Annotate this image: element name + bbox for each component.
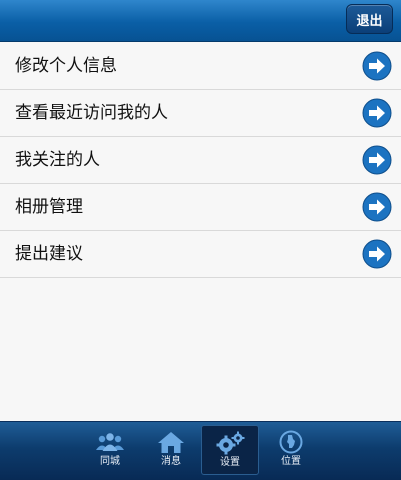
tab-label: 位置 — [281, 456, 301, 467]
logout-button[interactable]: 退出 — [346, 4, 393, 34]
arrow-right-icon[interactable] — [362, 51, 392, 81]
menu-item-label: 提出建议 — [15, 244, 83, 264]
bottom-tab-bar: 同城 消息 设置 位置 — [0, 421, 401, 480]
menu-item-label: 我关注的人 — [15, 150, 100, 170]
menu-item-edit-profile[interactable]: 修改个人信息 — [0, 43, 401, 90]
tab-label: 消息 — [161, 456, 181, 467]
header-bar: 退出 — [0, 0, 401, 42]
gears-icon — [216, 431, 245, 455]
menu-item-label: 修改个人信息 — [15, 56, 117, 76]
location-icon — [279, 430, 303, 454]
tab-location[interactable]: 位置 — [262, 425, 320, 475]
home-icon — [158, 432, 184, 453]
tab-label: 同城 — [100, 456, 120, 467]
arrow-right-icon[interactable] — [362, 239, 392, 269]
tab-nearby[interactable]: 同城 — [81, 425, 139, 475]
menu-item-label: 相册管理 — [15, 197, 83, 217]
settings-menu-list: 修改个人信息 查看最近访问我的人 我关注的人 相册管理 提出建议 — [0, 43, 401, 278]
tab-label: 设置 — [220, 457, 240, 468]
arrow-right-icon[interactable] — [362, 192, 392, 222]
menu-item-label: 查看最近访问我的人 — [15, 103, 168, 123]
menu-item-following[interactable]: 我关注的人 — [0, 137, 401, 184]
tab-settings[interactable]: 设置 — [201, 425, 259, 475]
menu-item-recent-visitors[interactable]: 查看最近访问我的人 — [0, 90, 401, 137]
tab-messages[interactable]: 消息 — [142, 425, 200, 475]
arrow-right-icon[interactable] — [362, 98, 392, 128]
menu-item-album-management[interactable]: 相册管理 — [0, 184, 401, 231]
menu-item-suggestions[interactable]: 提出建议 — [0, 231, 401, 278]
arrow-right-icon[interactable] — [362, 145, 392, 175]
people-icon — [96, 433, 124, 451]
